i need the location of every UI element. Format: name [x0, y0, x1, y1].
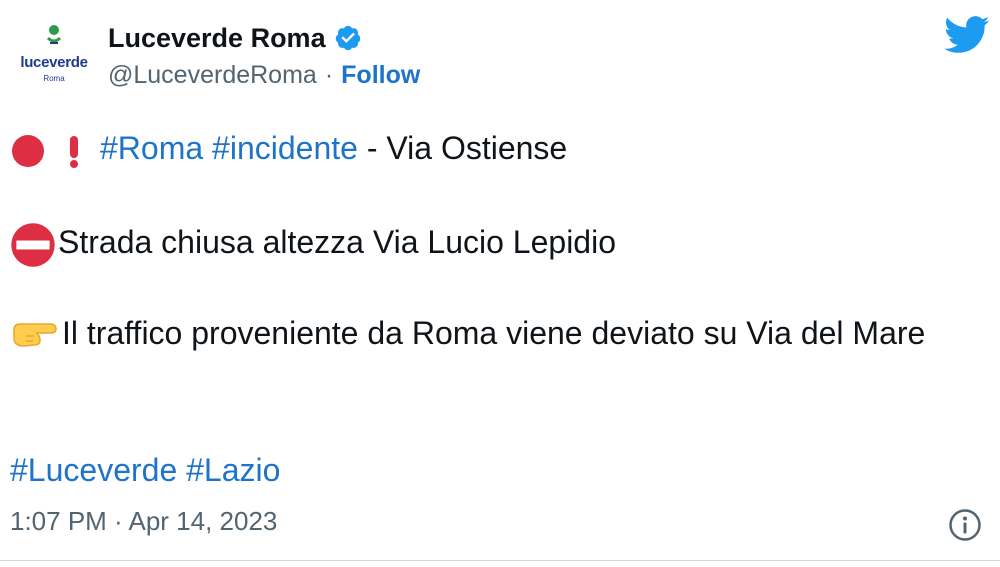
- display-name[interactable]: Luceverde Roma: [108, 23, 326, 54]
- avatar-sub-text: Roma: [43, 74, 65, 83]
- exclamation-icon: [70, 135, 78, 168]
- red-circle-icon: [12, 134, 44, 167]
- divider: [0, 560, 1000, 561]
- avatar-brand-text: luceverde: [20, 54, 88, 71]
- hashtag-lazio[interactable]: #Lazio: [186, 452, 280, 488]
- hashtag-luceverde[interactable]: #Luceverde: [10, 452, 177, 488]
- hashtag-incidente[interactable]: #incidente: [212, 130, 358, 166]
- info-icon[interactable]: [948, 508, 982, 542]
- separator-dot: ·: [324, 60, 334, 89]
- verified-badge-icon: [335, 25, 360, 51]
- tweet-line-1-text: - Via Ostiense: [357, 130, 568, 166]
- hashtag-roma[interactable]: #Roma: [100, 130, 203, 166]
- tweet-timestamp[interactable]: 1:07 PM · Apr 14, 2023: [10, 506, 277, 537]
- no-entry-icon: [11, 222, 55, 267]
- tweet-line-3: Il traffico proveniente da Roma viene de…: [10, 310, 980, 356]
- follow-button[interactable]: Follow: [341, 61, 420, 90]
- handle-row: @LuceverdeRoma · Follow: [108, 58, 420, 92]
- account-handle[interactable]: @LuceverdeRoma: [108, 61, 317, 90]
- tweet-line-2: Strada chiusa altezza Via Lucio Lepidio: [10, 220, 616, 268]
- twitter-bird-icon[interactable]: [944, 14, 990, 54]
- tweet-line-4: #Luceverde #Lazio: [10, 448, 280, 492]
- avatar[interactable]: luceverde Roma: [12, 20, 96, 92]
- tweet-card: luceverde Roma Luceverde Roma @Luceverde…: [0, 0, 1000, 567]
- tweet-line-3-text: Il traffico proveniente da Roma viene de…: [62, 315, 926, 351]
- name-row: Luceverde Roma: [108, 20, 362, 56]
- luceverde-logo-icon: [46, 25, 62, 44]
- tweet-line-1: #Roma #incidente - Via Ostiense: [10, 126, 567, 170]
- pointing-hand-icon: [13, 322, 57, 347]
- tweet-line-2-text: Strada chiusa altezza Via Lucio Lepidio: [58, 224, 616, 260]
